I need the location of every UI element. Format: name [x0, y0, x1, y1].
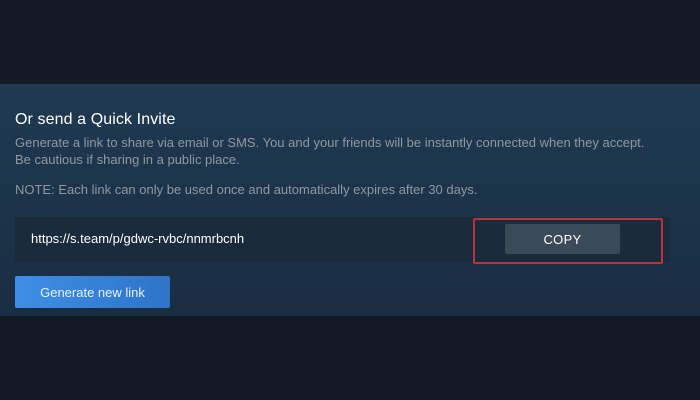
invite-page: Or send a Quick Invite Generate a link t…	[0, 0, 700, 400]
invite-link-text[interactable]: https://s.team/p/gdwc-rvbc/nnmrbcnh	[31, 231, 244, 246]
invite-link-row: https://s.team/p/gdwc-rvbc/nnmrbcnh COPY	[15, 217, 670, 264]
generate-new-link-button[interactable]: Generate new link	[15, 276, 170, 308]
quick-invite-panel: Or send a Quick Invite Generate a link t…	[0, 84, 700, 316]
quick-invite-heading: Or send a Quick Invite	[15, 111, 176, 128]
link-expiry-note: NOTE: Each link can only be used once an…	[15, 182, 478, 197]
quick-invite-description: Generate a link to share via email or SM…	[15, 135, 645, 167]
copy-button[interactable]: COPY	[505, 224, 620, 254]
